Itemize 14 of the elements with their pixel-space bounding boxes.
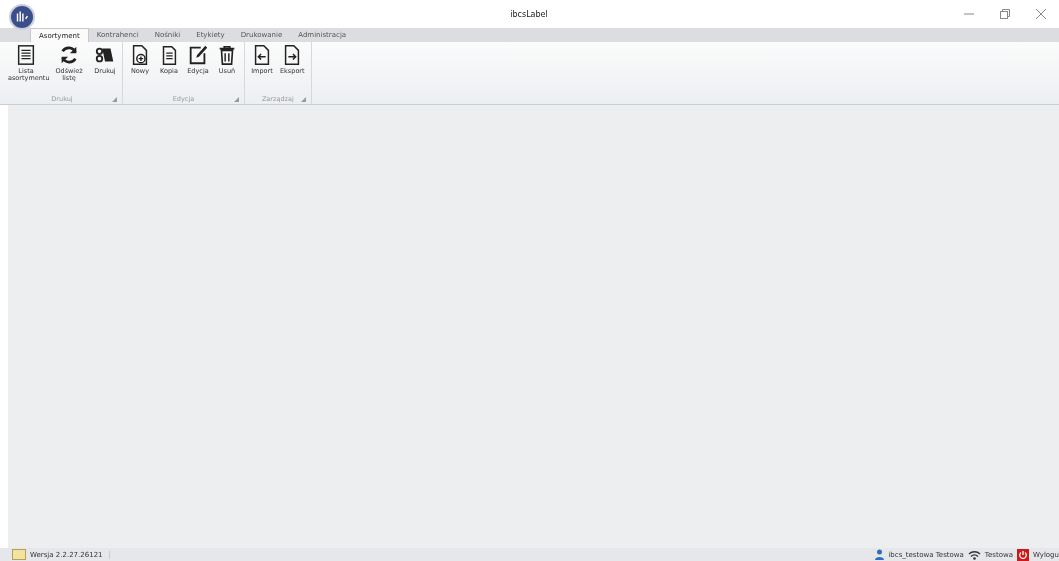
close-icon[interactable]	[1035, 8, 1047, 20]
power-icon[interactable]	[1016, 548, 1029, 561]
refresh-icon	[58, 44, 80, 66]
restore-icon[interactable]	[999, 8, 1011, 20]
dialog-launcher-icon[interactable]	[300, 97, 306, 102]
dialog-launcher-icon[interactable]	[234, 97, 239, 102]
user-icon	[875, 549, 885, 560]
app-logo-icon[interactable]	[9, 4, 35, 30]
window-title: ibcsLabel	[510, 9, 548, 19]
edit-icon	[187, 44, 209, 66]
list-icon	[15, 44, 37, 66]
dialog-launcher-icon[interactable]	[112, 97, 117, 102]
folder-icon	[12, 549, 26, 560]
signal-icon	[967, 549, 981, 560]
